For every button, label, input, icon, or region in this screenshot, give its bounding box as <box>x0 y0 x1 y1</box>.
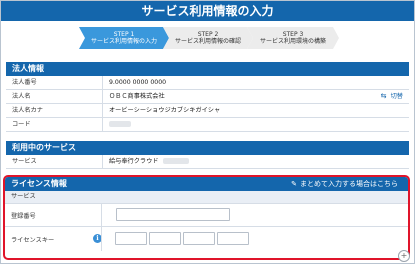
registration-number-input[interactable] <box>116 208 230 221</box>
step-1: STEP 1 サービス利用情報の入力 <box>79 27 169 49</box>
corp-kana-value: オービーシーショウジカブシキガイシャ <box>102 104 409 117</box>
corp-heading: 法人情報 <box>6 62 409 76</box>
corp-section: 法人情報 法人番号 9.0000 0000 0000 法人名 ＯＢＣ商事株式会社… <box>6 62 409 132</box>
bulk-input-link[interactable]: ✎ まとめて入力する場合はこちら <box>291 177 398 191</box>
service-value: 給与奉行クラウド <box>102 155 409 168</box>
corp-row-name: 法人名 ＯＢＣ商事株式会社 ⇆ 切替 <box>6 90 409 104</box>
license-header: ライセンス情報 ✎ まとめて入力する場合はこちら <box>5 177 408 191</box>
registration-row: 登録番号 <box>5 204 408 227</box>
license-key-value <box>101 227 408 251</box>
license-heading: ライセンス情報 <box>11 179 67 188</box>
switch-arrows-icon: ⇆ <box>380 92 387 100</box>
corp-name-text: ＯＢＣ商事株式会社 <box>109 93 165 100</box>
corp-row-code: コード <box>6 118 409 132</box>
step-3-number: STEP 3 <box>282 31 304 38</box>
registration-value <box>101 204 408 226</box>
step-2-label: サービス利用情報の確認 <box>174 38 241 45</box>
corp-name-value: ＯＢＣ商事株式会社 ⇆ 切替 <box>102 90 409 103</box>
service-label: サービス <box>6 155 102 168</box>
step-indicator: STEP 1 サービス利用情報の入力 STEP 2 サービス利用情報の確認 ST… <box>79 27 339 49</box>
redacted-service-suffix <box>163 158 190 164</box>
license-key-input-4[interactable] <box>217 232 249 245</box>
switch-button[interactable]: ⇆ 切替 <box>381 90 403 103</box>
step-3-label: サービス利用環境の構築 <box>259 38 326 45</box>
license-service-row: サービス <box>5 191 408 204</box>
service-name: 給与奉行クラウド <box>109 158 159 165</box>
switch-label: 切替 <box>390 93 403 100</box>
service-section: 利用中のサービス サービス 給与奉行クラウド <box>6 141 409 169</box>
bulk-input-link-text: まとめて入力する場合はこちら <box>300 180 398 188</box>
license-key-input-2[interactable] <box>149 232 181 245</box>
service-heading: 利用中のサービス <box>6 141 409 155</box>
window-frame: サービス利用情報の入力 STEP 1 サービス利用情報の入力 STEP 2 サー… <box>0 0 415 264</box>
license-key-label: ライセンスキー <box>11 236 55 244</box>
corp-row-number: 法人番号 9.0000 0000 0000 <box>6 76 409 90</box>
step-2: STEP 2 サービス利用情報の確認 <box>163 27 253 49</box>
step-1-number: STEP 1 <box>113 31 135 38</box>
pencil-icon: ✎ <box>291 180 297 188</box>
step-1-label: サービス利用情報の入力 <box>90 38 157 45</box>
registration-label: 登録番号 <box>11 212 36 220</box>
corp-number-value: 9.0000 0000 0000 <box>102 76 409 89</box>
corp-row-kana: 法人名カナ オービーシーショウジカブシキガイシャ <box>6 104 409 118</box>
corp-code-label: コード <box>6 118 102 131</box>
service-row: サービス 給与奉行クラウド <box>6 155 409 169</box>
corp-kana-label: 法人名カナ <box>6 104 102 117</box>
page-title: サービス利用情報の入力 <box>1 1 414 21</box>
license-section: ライセンス情報 ✎ まとめて入力する場合はこちら サービス 登録番号 ライセンスキ… <box>3 175 410 260</box>
license-key-input-1[interactable] <box>115 232 147 245</box>
corp-code-value <box>102 118 409 131</box>
license-key-input-3[interactable] <box>183 232 215 245</box>
corp-name-label: 法人名 <box>6 90 102 103</box>
step-3: STEP 3 サービス利用環境の構築 <box>247 27 339 49</box>
corp-number-label: 法人番号 <box>6 76 102 89</box>
redacted-code <box>109 121 131 127</box>
step-2-number: STEP 2 <box>197 31 219 38</box>
license-key-row: ライセンスキー i <box>5 227 408 251</box>
zoom-plus-icon[interactable]: + <box>398 250 410 262</box>
